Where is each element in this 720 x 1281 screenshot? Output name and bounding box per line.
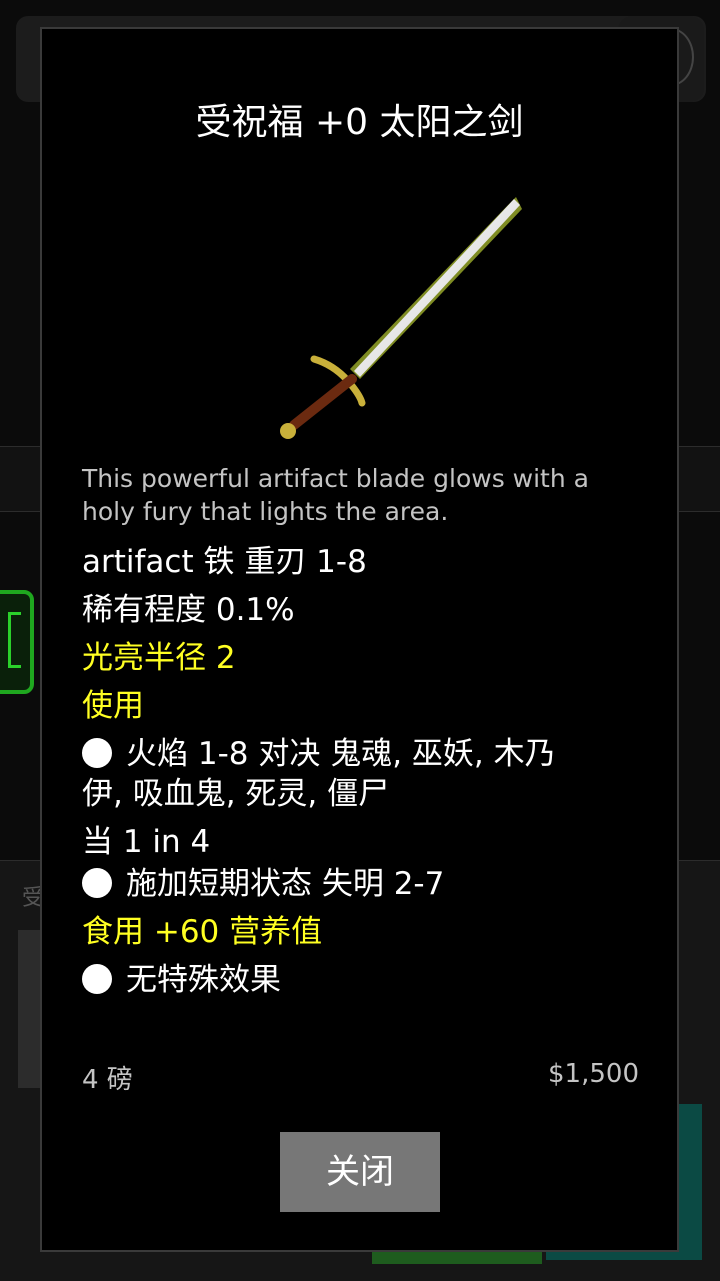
effect-chance-line: 当 1 in 4 <box>82 824 211 860</box>
background-bracket-icon <box>8 612 21 668</box>
effect-blind-text: 施加短期状态 失明 2-7 <box>126 866 445 902</box>
eat-nutrition-line: 食用 +60 营养值 <box>82 914 323 950</box>
item-detail-dialog: 受祝福 +0 太阳之剑 This powerful artifact blade… <box>40 27 679 1252</box>
item-type-line: artifact 铁 重刃 1-8 <box>82 544 367 580</box>
effect-none-item: 无特殊效果 <box>82 960 642 1000</box>
item-description: This powerful artifact blade glows with … <box>82 464 589 526</box>
item-light-radius: 光亮半径 2 <box>82 640 236 676</box>
effect-blind-item: 施加短期状态 失明 2-7 <box>82 864 642 904</box>
item-price: $1,500 <box>548 1059 639 1089</box>
bullet-icon <box>82 868 112 898</box>
effect-fire-text: 火焰 1-8 对决 鬼魂, 巫妖, 木乃 <box>126 736 556 772</box>
close-button[interactable]: 关闭 <box>280 1132 440 1212</box>
effect-none-text: 无特殊效果 <box>126 962 281 998</box>
item-title: 受祝福 +0 太阳之剑 <box>195 102 524 143</box>
effect-fire-item: 火焰 1-8 对决 鬼魂, 巫妖, 木乃 伊, 吸血鬼, 死灵, 僵尸 <box>82 734 642 814</box>
item-info: This powerful artifact blade glows with … <box>82 462 642 1008</box>
item-rarity-line: 稀有程度 0.1% <box>82 592 295 628</box>
bullet-icon <box>82 964 112 994</box>
effect-fire-text-cont: 伊, 吸血鬼, 死灵, 僵尸 <box>82 776 390 812</box>
bullet-icon <box>82 738 112 768</box>
use-section-label: 使用 <box>82 688 144 724</box>
sword-icon <box>274 189 530 445</box>
